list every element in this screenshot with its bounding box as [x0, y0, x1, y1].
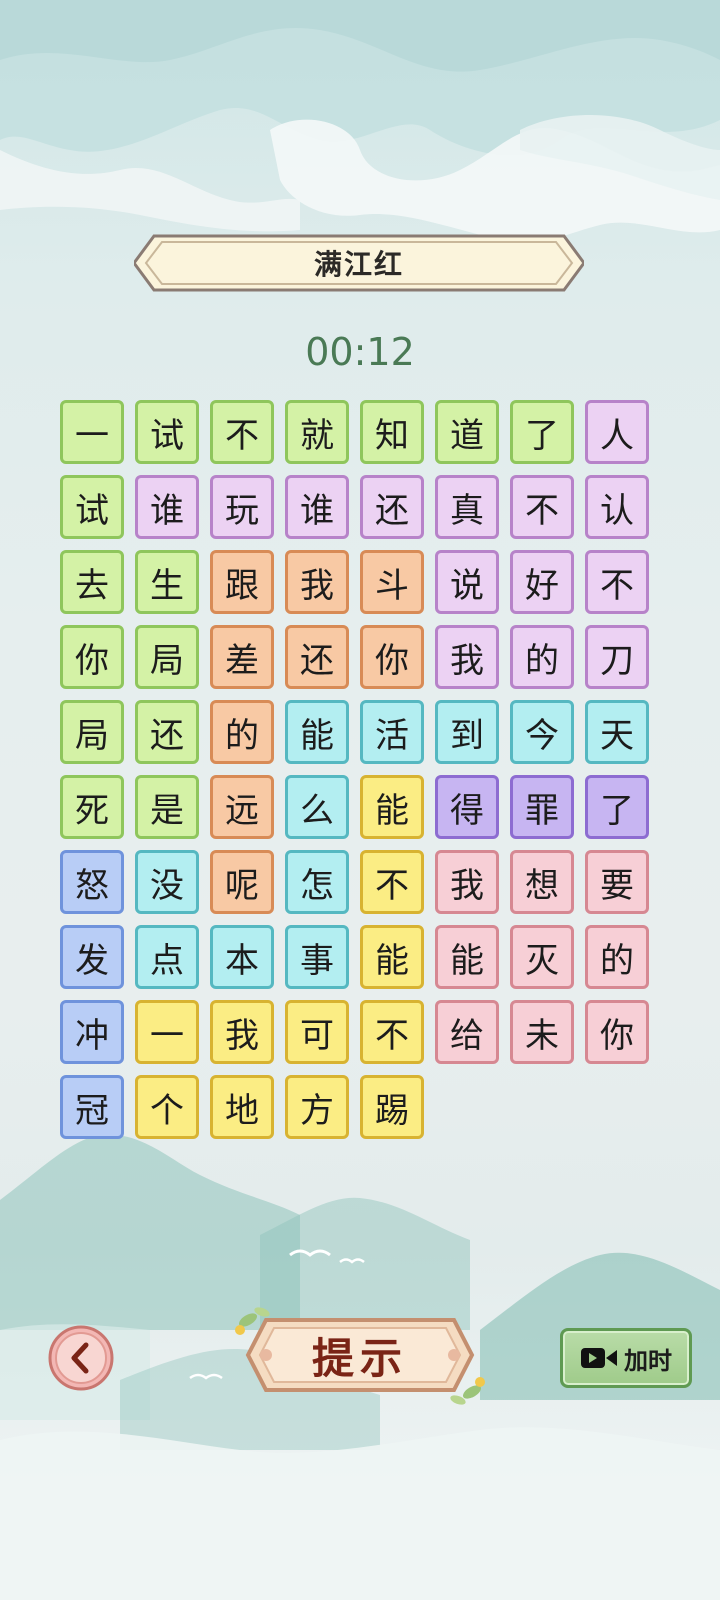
char-tile[interactable]: 认 [585, 475, 649, 539]
level-title: 满江红 [313, 248, 404, 281]
char-tile[interactable]: 斗 [360, 550, 424, 614]
char-tile[interactable]: 么 [285, 775, 349, 839]
char-tile[interactable]: 我 [210, 1000, 274, 1064]
char-tile[interactable]: 能 [360, 775, 424, 839]
char-tile[interactable]: 局 [60, 700, 124, 764]
hint-button-label: 提示 [311, 1333, 408, 1383]
char-tile[interactable]: 呢 [210, 850, 274, 914]
char-tile[interactable]: 能 [435, 925, 499, 989]
char-tile[interactable]: 还 [285, 625, 349, 689]
char-tile[interactable]: 活 [360, 700, 424, 764]
char-tile[interactable]: 还 [135, 700, 199, 764]
char-tile[interactable]: 了 [510, 400, 574, 464]
char-tile[interactable]: 玩 [210, 475, 274, 539]
char-tile[interactable]: 一 [60, 400, 124, 464]
char-tile[interactable]: 没 [135, 850, 199, 914]
char-tile[interactable]: 不 [510, 475, 574, 539]
char-tile[interactable]: 谁 [135, 475, 199, 539]
char-tile[interactable]: 一 [135, 1000, 199, 1064]
char-tile[interactable]: 给 [435, 1000, 499, 1064]
char-tile[interactable]: 想 [510, 850, 574, 914]
char-tile[interactable]: 踢 [360, 1075, 424, 1139]
back-button[interactable] [48, 1325, 114, 1391]
char-tile[interactable]: 不 [360, 1000, 424, 1064]
char-tile[interactable]: 我 [285, 550, 349, 614]
add-time-button[interactable]: 加时 [560, 1328, 692, 1388]
char-tile[interactable]: 可 [285, 1000, 349, 1064]
char-tile[interactable]: 地 [210, 1075, 274, 1139]
char-tile[interactable]: 冠 [60, 1075, 124, 1139]
char-tile[interactable]: 的 [585, 925, 649, 989]
char-tile[interactable]: 点 [135, 925, 199, 989]
char-tile[interactable]: 远 [210, 775, 274, 839]
add-time-label: 加时 [624, 1346, 672, 1375]
char-tile[interactable]: 冲 [60, 1000, 124, 1064]
char-tile[interactable]: 试 [60, 475, 124, 539]
char-tile[interactable]: 个 [135, 1075, 199, 1139]
char-tile[interactable]: 就 [285, 400, 349, 464]
char-tile[interactable]: 是 [135, 775, 199, 839]
char-tile[interactable]: 今 [510, 700, 574, 764]
countdown-timer: 00:12 [305, 330, 415, 374]
hint-button[interactable]: 提示 [218, 1300, 502, 1410]
char-tile[interactable]: 还 [360, 475, 424, 539]
char-tile[interactable]: 道 [435, 400, 499, 464]
char-tile[interactable]: 的 [210, 700, 274, 764]
char-tile[interactable]: 能 [285, 700, 349, 764]
char-tile[interactable]: 你 [360, 625, 424, 689]
char-tile[interactable]: 怎 [285, 850, 349, 914]
char-tile[interactable]: 不 [585, 550, 649, 614]
char-tile[interactable]: 跟 [210, 550, 274, 614]
char-tile[interactable]: 本 [210, 925, 274, 989]
char-tile[interactable]: 刀 [585, 625, 649, 689]
char-tile[interactable]: 你 [585, 1000, 649, 1064]
video-camera-icon [581, 1348, 617, 1368]
char-tile[interactable]: 方 [285, 1075, 349, 1139]
level-title-banner: 满江红 [134, 234, 584, 292]
char-tile[interactable]: 谁 [285, 475, 349, 539]
back-arrow-icon [48, 1325, 114, 1391]
char-tile[interactable]: 你 [60, 625, 124, 689]
char-tile[interactable]: 说 [435, 550, 499, 614]
char-tile[interactable]: 要 [585, 850, 649, 914]
char-tile[interactable]: 得 [435, 775, 499, 839]
char-tile[interactable]: 天 [585, 700, 649, 764]
char-tile[interactable]: 到 [435, 700, 499, 764]
char-tile[interactable]: 不 [210, 400, 274, 464]
char-tile[interactable]: 生 [135, 550, 199, 614]
char-tile[interactable]: 不 [360, 850, 424, 914]
char-tile[interactable]: 事 [285, 925, 349, 989]
char-tile[interactable]: 去 [60, 550, 124, 614]
char-tile[interactable]: 死 [60, 775, 124, 839]
char-tile[interactable]: 差 [210, 625, 274, 689]
char-tile[interactable]: 灭 [510, 925, 574, 989]
char-tile[interactable]: 知 [360, 400, 424, 464]
char-tile[interactable]: 能 [360, 925, 424, 989]
char-tile[interactable]: 试 [135, 400, 199, 464]
char-tile[interactable]: 局 [135, 625, 199, 689]
char-tile[interactable]: 怒 [60, 850, 124, 914]
char-tile[interactable]: 发 [60, 925, 124, 989]
char-tile[interactable]: 未 [510, 1000, 574, 1064]
char-tile[interactable]: 的 [510, 625, 574, 689]
char-tile[interactable]: 罪 [510, 775, 574, 839]
char-tile[interactable]: 真 [435, 475, 499, 539]
char-tile[interactable]: 了 [585, 775, 649, 839]
char-tile[interactable]: 好 [510, 550, 574, 614]
char-tile[interactable]: 我 [435, 625, 499, 689]
char-tile[interactable]: 我 [435, 850, 499, 914]
char-tile[interactable]: 人 [585, 400, 649, 464]
